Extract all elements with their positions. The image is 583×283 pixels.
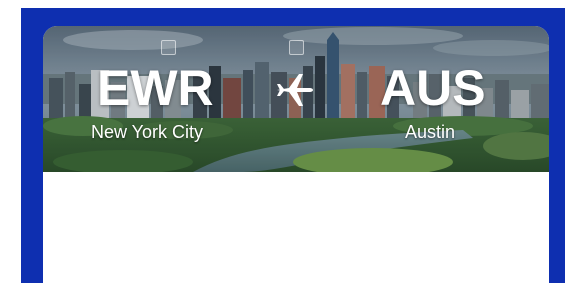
watermark-icon [161,40,176,55]
destination-city-name: Austin [405,122,456,142]
watermark-icon [289,40,304,55]
destination-airport-code: AUS [380,60,486,116]
trip-card[interactable]: EWR New York City AUS Austin [43,26,549,283]
airplane-icon [277,74,313,106]
city-skyline-banner: EWR New York City AUS Austin [43,26,549,172]
origin-airport-code: EWR [97,60,214,116]
card-body [43,172,549,283]
origin-city-name: New York City [91,122,204,142]
